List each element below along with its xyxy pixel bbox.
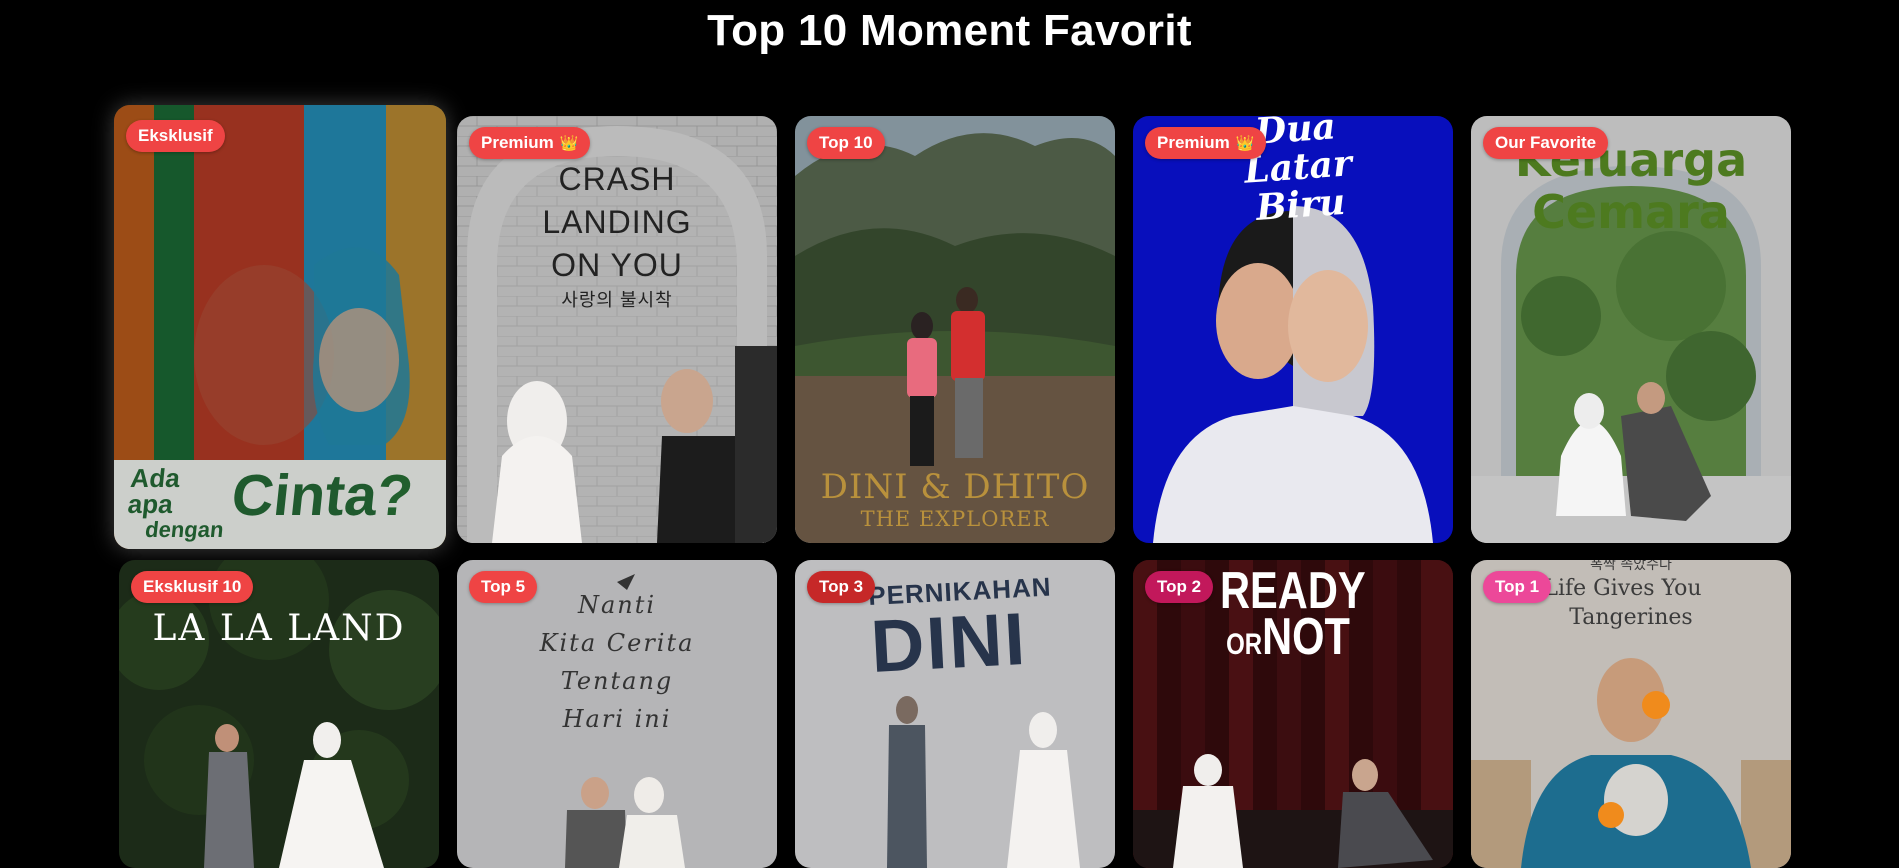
card-poster-image: DINI & DHITO THE EXPLORER xyxy=(795,116,1115,543)
card-badge: Top 2 xyxy=(1145,571,1214,603)
poster-text-line2: DINI xyxy=(868,596,1029,688)
poster-text-line1: Ada apa xyxy=(126,463,182,519)
card-badge: Eksklusif 10 xyxy=(131,571,254,603)
card-badge: Our Favorite xyxy=(1483,127,1609,159)
poster-text-line3: Tentang xyxy=(560,667,674,695)
moment-card-la-la-land[interactable]: LA LA LAND Eksklusif 10 xyxy=(119,560,439,868)
card-poster-image: 폭싹 속았수다 hen Life Gives You Tangerines xyxy=(1471,560,1791,868)
moment-card-pernikahan-dini[interactable]: PERNIKAHAN DINI Top 3 xyxy=(795,560,1115,868)
poster-text-line2: OR xyxy=(1226,628,1263,661)
poster-text-line2: LANDING xyxy=(542,204,692,240)
poster-text-line3: ON YOU xyxy=(551,247,683,283)
card-poster-image: Dua Latar Biru xyxy=(1133,116,1453,543)
card-poster-image: Nanti Kita Cerita Tentang Hari ini xyxy=(457,560,777,868)
poster-text-line3: Cinta xyxy=(228,463,381,528)
card-poster-image: CRASH LANDING ON YOU 사랑의 불시착 xyxy=(457,116,777,543)
moment-card-ada-apa-dengan-cinta[interactable]: Ada apa dengan Cinta? Eksklusif xyxy=(114,105,446,549)
badge-label: Premium xyxy=(481,133,554,152)
moment-card-dini-dhito[interactable]: DINI & DHITO THE EXPLORER Top 10 xyxy=(795,116,1115,543)
poster-text-q: ? xyxy=(373,463,416,528)
poster-text-line3: NOT xyxy=(1262,608,1350,666)
card-badge: Top 5 xyxy=(469,571,538,603)
poster-text-line2: THE EXPLORER xyxy=(860,507,1050,531)
crown-icon: 👑 xyxy=(559,135,579,152)
card-badge: Top 3 xyxy=(807,571,876,603)
moment-card-ready-or-not[interactable]: READY ORNOT Top 2 xyxy=(1133,560,1453,868)
moment-card-nanti-kita-cerita[interactable]: Nanti Kita Cerita Tentang Hari ini Top 5 xyxy=(457,560,777,868)
moment-card-when-life-gives-you-tangerines[interactable]: 폭싹 속았수다 hen Life Gives You Tangerines To… xyxy=(1471,560,1791,868)
poster-text-line1: CRASH xyxy=(558,161,676,197)
poster-text-line2: Tangerines xyxy=(1569,605,1693,630)
page-title: Top 10 Moment Favorit xyxy=(707,6,1192,55)
crown-icon: 👑 xyxy=(1235,135,1255,152)
poster-text-line1: LA LA LAND xyxy=(152,608,406,649)
moment-card-keluarga-cemara[interactable]: Keluarga Cemara Our Favorite xyxy=(1471,116,1791,543)
poster-text-line4: Hari ini xyxy=(562,705,672,733)
card-poster-image: PERNIKAHAN DINI xyxy=(795,560,1115,868)
card-badge: Eksklusif xyxy=(126,120,225,152)
moment-card-crash-landing-on-you[interactable]: CRASH LANDING ON YOU 사랑의 불시착 Premium 👑 xyxy=(457,116,777,543)
moment-card-dua-latar-biru[interactable]: Dua Latar Biru Premium 👑 xyxy=(1133,116,1453,543)
card-poster-image: Keluarga Cemara xyxy=(1471,116,1791,543)
card-badge: Premium 👑 xyxy=(469,127,591,159)
card-poster-image: READY ORNOT xyxy=(1133,560,1453,868)
card-poster-image: LA LA LAND xyxy=(119,560,439,868)
card-poster-image: Ada apa dengan Cinta? xyxy=(114,105,446,549)
badge-label: Premium xyxy=(1157,133,1230,152)
card-badge: Premium 👑 xyxy=(1145,127,1267,159)
poster-text-line2: Cemara xyxy=(1532,185,1730,239)
card-badge: Top 10 xyxy=(807,127,885,159)
card-badge: Top 1 xyxy=(1483,571,1552,603)
poster-text-line2: dengan xyxy=(144,517,225,542)
poster-text-line1: DINI & DHITO xyxy=(820,467,1090,507)
poster-text-line2: Kita Cerita xyxy=(539,629,695,657)
poster-text-korean: 사랑의 불시착 xyxy=(561,290,673,310)
